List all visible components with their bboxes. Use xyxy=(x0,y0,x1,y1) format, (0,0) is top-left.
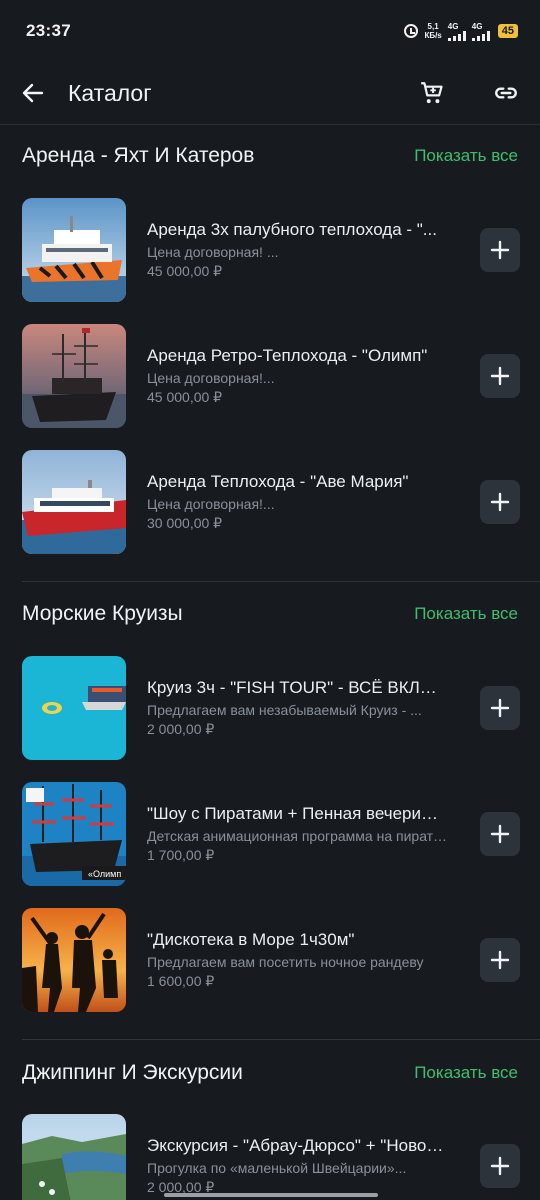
alarm-icon xyxy=(404,24,419,38)
item-name: Круиз 3ч - "FISH TOUR" - ВСЁ ВКЛЮЧЕНО xyxy=(147,678,447,697)
item-thumbnail xyxy=(22,198,126,302)
add-button[interactable] xyxy=(480,686,520,730)
item-name: "Шоу с Пиратами + Пенная вечеринка" xyxy=(147,804,447,823)
item-description: Детская анимационная программа на пиратс… xyxy=(147,828,447,844)
add-button[interactable] xyxy=(480,480,520,524)
item-description: Цена договорная!... xyxy=(147,370,275,386)
appbar-divider xyxy=(0,124,540,125)
signal-icon: 4G xyxy=(471,22,490,41)
status-icons: 5,1 КБ/s 4G 4G 45 xyxy=(404,22,518,41)
item-description: Цена договорная! ... xyxy=(147,244,279,260)
cart-icon[interactable] xyxy=(418,79,446,107)
item-price: 45 000,00 ₽ xyxy=(147,389,223,405)
section-title: Морские Круизы xyxy=(22,602,183,625)
status-time: 23:37 xyxy=(26,21,71,40)
item-description: Предлагаем вам незабываемый Круиз - ... xyxy=(147,702,422,718)
item-info: Аренда 3х палубного теплохода - "... Цен… xyxy=(147,219,447,281)
item-info: Аренда Теплохода - "Аве Мария" Цена дого… xyxy=(147,471,447,533)
list-item[interactable]: Аренда 3х палубного теплохода - "... Цен… xyxy=(22,198,520,302)
status-bar: 23:37 5,1 КБ/s 4G 4G 45 xyxy=(0,0,540,62)
section-title: Аренда - Яхт И Катеров xyxy=(22,144,255,167)
list-item[interactable]: Круиз 3ч - "FISH TOUR" - ВСЁ ВКЛЮЧЕНО Пр… xyxy=(22,656,520,760)
item-price: 30 000,00 ₽ xyxy=(147,515,223,531)
list-item[interactable]: Аренда Теплохода - "Аве Мария" Цена дого… xyxy=(22,450,520,554)
item-thumbnail xyxy=(22,324,126,428)
item-info: "Шоу с Пиратами + Пенная вечеринка" Детс… xyxy=(147,803,447,865)
thumb-label: «Олимп xyxy=(88,869,121,879)
item-thumbnail xyxy=(22,656,126,760)
list-item[interactable]: «Олимп "Шоу с Пиратами + Пенная вечеринк… xyxy=(22,782,520,886)
item-thumbnail xyxy=(22,908,126,1012)
plus-icon xyxy=(490,1156,510,1176)
item-info: Круиз 3ч - "FISH TOUR" - ВСЁ ВКЛЮЧЕНО Пр… xyxy=(147,677,447,739)
plus-icon xyxy=(490,824,510,844)
item-name: Аренда 3х палубного теплохода - "... xyxy=(147,220,437,239)
item-name: Экскурсия - "Абрау-Дюрсо" + "Новороссийс… xyxy=(147,1136,447,1155)
show-all-link[interactable]: Показать все xyxy=(414,146,518,166)
section-divider xyxy=(22,581,540,582)
item-price: 45 000,00 ₽ xyxy=(147,263,223,279)
add-button[interactable] xyxy=(480,1144,520,1188)
plus-icon xyxy=(490,950,510,970)
item-price: 1 600,00 ₽ xyxy=(147,973,215,989)
list-item[interactable]: Экскурсия - "Абрау-Дюрсо" + "Новороссийс… xyxy=(22,1114,520,1200)
item-thumbnail: «Олимп xyxy=(22,782,126,886)
item-thumbnail xyxy=(22,1114,126,1200)
item-info: Экскурсия - "Абрау-Дюрсо" + "Новороссийс… xyxy=(147,1135,447,1197)
section-divider xyxy=(22,1039,540,1040)
add-button[interactable] xyxy=(480,938,520,982)
plus-icon xyxy=(490,492,510,512)
item-description: Цена договорная!... xyxy=(147,496,275,512)
item-name: "Дискотека в Море 1ч30м" xyxy=(147,930,355,949)
plus-icon xyxy=(490,240,510,260)
link-icon[interactable] xyxy=(492,79,520,107)
item-thumbnail xyxy=(22,450,126,554)
network-speed: 5,1 КБ/s xyxy=(424,22,442,40)
battery-icon: 45 xyxy=(497,24,518,38)
item-info: "Дискотека в Море 1ч30м" Предлагаем вам … xyxy=(147,929,447,991)
app-bar: Каталог xyxy=(0,62,540,124)
page-title: Каталог xyxy=(68,79,152,106)
section-header-cruises: Морские Круизы Показать все xyxy=(22,602,518,626)
item-price: 2 000,00 ₽ xyxy=(147,721,215,737)
plus-icon xyxy=(490,366,510,386)
item-description: Предлагаем вам посетить ночное рандеву xyxy=(147,954,424,970)
item-name: Аренда Теплохода - "Аве Мария" xyxy=(147,472,409,491)
show-all-link[interactable]: Показать все xyxy=(414,604,518,624)
show-all-link[interactable]: Показать все xyxy=(414,1063,518,1083)
item-info: Аренда Ретро-Теплохода - "Олимп" Цена до… xyxy=(147,345,447,407)
section-title: Джиппинг И Экскурсии xyxy=(22,1061,243,1084)
add-button[interactable] xyxy=(480,354,520,398)
home-indicator[interactable] xyxy=(164,1193,378,1197)
item-name: Аренда Ретро-Теплохода - "Олимп" xyxy=(147,346,428,365)
arrow-back-icon[interactable] xyxy=(20,80,46,106)
signal-icon: 4G xyxy=(447,22,466,41)
list-item[interactable]: "Дискотека в Море 1ч30м" Предлагаем вам … xyxy=(22,908,520,1012)
section-header-jeeping: Джиппинг И Экскурсии Показать все xyxy=(22,1061,518,1085)
item-description: Прогулка по «маленькой Швейцарии»... xyxy=(147,1160,407,1176)
item-price: 1 700,00 ₽ xyxy=(147,847,215,863)
add-button[interactable] xyxy=(480,812,520,856)
plus-icon xyxy=(490,698,510,718)
list-item[interactable]: Аренда Ретро-Теплохода - "Олимп" Цена до… xyxy=(22,324,520,428)
section-header-yachts: Аренда - Яхт И Катеров Показать все xyxy=(22,144,518,168)
add-button[interactable] xyxy=(480,228,520,272)
